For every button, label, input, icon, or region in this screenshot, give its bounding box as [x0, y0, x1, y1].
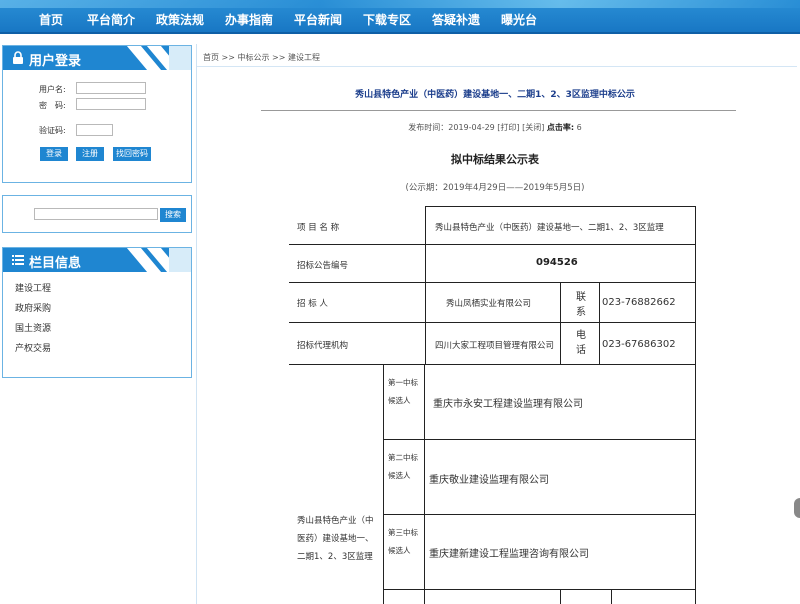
section-name: 秀山县特色产业（中医药）建设基地一、二期1、2、3区监理: [297, 516, 374, 562]
table-line: [695, 206, 696, 604]
nav-item-home[interactable]: 首页: [39, 11, 63, 28]
candidate-1-company: 重庆市永安工程建设监理有限公司: [433, 399, 583, 410]
agency-label: 招标代理机构: [297, 341, 349, 351]
table-line: [289, 282, 696, 283]
table-line: [383, 589, 696, 590]
table-line: [611, 589, 612, 604]
nav-item-guide[interactable]: 办事指南: [225, 11, 273, 28]
captcha-input[interactable]: [76, 124, 113, 136]
table-line: [425, 206, 426, 364]
table-line: [289, 322, 696, 323]
table-line: [289, 244, 696, 245]
main-content: 首页 >> 中标公示 >> 建设工程 秀山县特色产业（中医药）建设基地一、二期1…: [196, 44, 797, 604]
table-line: [383, 439, 696, 440]
article-title: 秀山县特色产业（中医药）建设基地一、二期1、2、3区监理中标公示: [355, 90, 635, 100]
publish-info[interactable]: 发布时间：2019-04-29 [打印] [关闭]: [408, 123, 547, 132]
table-line: [424, 364, 425, 604]
register-button[interactable]: 注册: [76, 147, 104, 161]
category-panel-title: 栏目信息: [29, 256, 82, 271]
header-tail: [169, 46, 191, 70]
table-line: [560, 282, 561, 364]
notice-no-value: 094526: [536, 257, 578, 268]
list-icon: [12, 255, 24, 265]
table-heading: 拟中标结果公示表: [451, 153, 539, 166]
category-panel-header: 栏目信息: [3, 248, 191, 272]
category-link-property[interactable]: 产权交易: [15, 341, 51, 354]
project-name-label: 项 目 名 称: [297, 223, 340, 233]
lock-icon: [13, 51, 23, 64]
breadcrumb[interactable]: 首页 >> 中标公示 >> 建设工程: [203, 52, 320, 63]
password-input[interactable]: [76, 98, 146, 110]
search-button[interactable]: 搜索: [160, 208, 186, 222]
login-panel-title: 用户登录: [29, 54, 82, 69]
tenderer-label: 招 标 人: [297, 299, 328, 309]
agency-value: 四川大家工程项目管理有限公司: [435, 341, 555, 351]
nav-item-policy[interactable]: 政策法规: [156, 11, 204, 28]
breadcrumb-divider: [197, 66, 797, 67]
search-panel: 搜索: [2, 195, 192, 233]
contact-label: 联 系: [576, 292, 596, 318]
table-line: [289, 364, 696, 365]
candidate-3-company: 重庆建新建设工程监理咨询有限公司: [429, 549, 589, 560]
forgot-password-button[interactable]: 找回密码: [113, 147, 151, 161]
nav-item-download[interactable]: 下载专区: [363, 11, 411, 28]
header-tail: [169, 248, 191, 272]
title-divider: [261, 110, 736, 111]
notice-period: (公示期：2019年4月29日——2019年5月5日): [405, 183, 585, 193]
category-panel: 栏目信息 建设工程 政府采购 国土资源 产权交易: [2, 247, 192, 378]
project-name-value: 秀山县特色产业（中医药）建设基地一、二期1、2、3区监理: [435, 223, 664, 233]
article-meta: 发布时间：2019-04-29 [打印] [关闭] 点击率: 6: [197, 122, 793, 133]
username-label: 用户名:: [39, 85, 66, 94]
table-line: [383, 514, 696, 515]
login-panel-header: 用户登录: [3, 46, 191, 70]
tenderer-value: 秀山凤栖实业有限公司: [446, 299, 532, 309]
category-link-construction[interactable]: 建设工程: [15, 281, 51, 294]
search-input[interactable]: [34, 208, 158, 220]
login-button[interactable]: 登录: [40, 147, 68, 161]
candidate-2-company: 重庆敬业建设监理有限公司: [429, 475, 549, 486]
table-line: [560, 589, 561, 604]
nav-item-intro[interactable]: 平台简介: [87, 11, 135, 28]
phone-label: 电 话: [576, 330, 596, 356]
nav-shine: [0, 0, 800, 8]
password-label: 密 码:: [39, 101, 66, 110]
candidate-3-rank: 第三中标候选人: [388, 528, 418, 555]
candidate-1-rank: 第一中标候选人: [388, 378, 418, 405]
contact-phone: 023-76882662: [602, 297, 676, 308]
nav-item-exposure[interactable]: 曝光台: [501, 11, 537, 28]
category-link-procurement[interactable]: 政府采购: [15, 301, 51, 314]
category-link-land[interactable]: 国土资源: [15, 321, 51, 334]
agency-phone: 023-67686302: [602, 339, 676, 350]
top-nav: 首页 平台简介 政策法规 办事指南 平台新闻 下载专区 答疑补遗 曝光台: [0, 0, 800, 34]
table-line: [383, 364, 384, 604]
clicks-label: 点击率:: [546, 123, 575, 132]
table-line: [599, 282, 600, 364]
notice-no-label: 招标公告编号: [297, 261, 349, 271]
scroll-handle[interactable]: [794, 498, 800, 518]
captcha-label: 验证码:: [39, 126, 66, 135]
click-count: 6: [576, 123, 582, 132]
table-line: [425, 206, 696, 207]
candidate-2-rank: 第二中标候选人: [388, 453, 418, 480]
username-input[interactable]: [76, 82, 146, 94]
login-panel: 用户登录 用户名: 密 码: 验证码: 登录 注册 找回密码: [2, 45, 192, 183]
nav-item-news[interactable]: 平台新闻: [294, 11, 342, 28]
nav-item-qa[interactable]: 答疑补遗: [432, 11, 480, 28]
